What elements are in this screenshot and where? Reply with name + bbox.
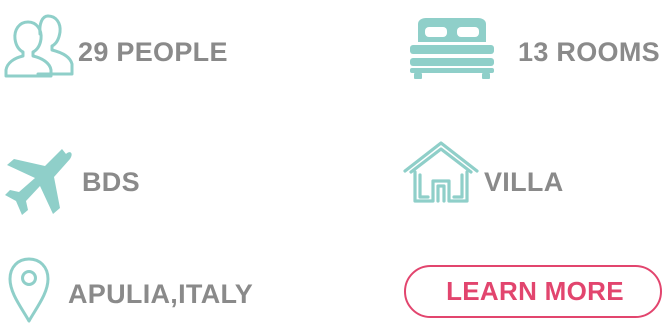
property-type-label: VILLA: [484, 167, 564, 197]
location-label: APULIA,ITALY: [68, 279, 254, 309]
learn-more-button[interactable]: LEARN MORE: [404, 265, 662, 318]
people-icon: [4, 14, 74, 78]
airplane-icon: [5, 149, 72, 215]
house-icon: [403, 141, 479, 203]
airport-label: BDS: [82, 167, 140, 197]
bed-icon: [410, 18, 494, 79]
guests-label: 29 PEOPLE: [78, 37, 228, 67]
map-pin-icon: [8, 257, 50, 323]
rooms-label: 13 ROOMS: [518, 37, 660, 67]
